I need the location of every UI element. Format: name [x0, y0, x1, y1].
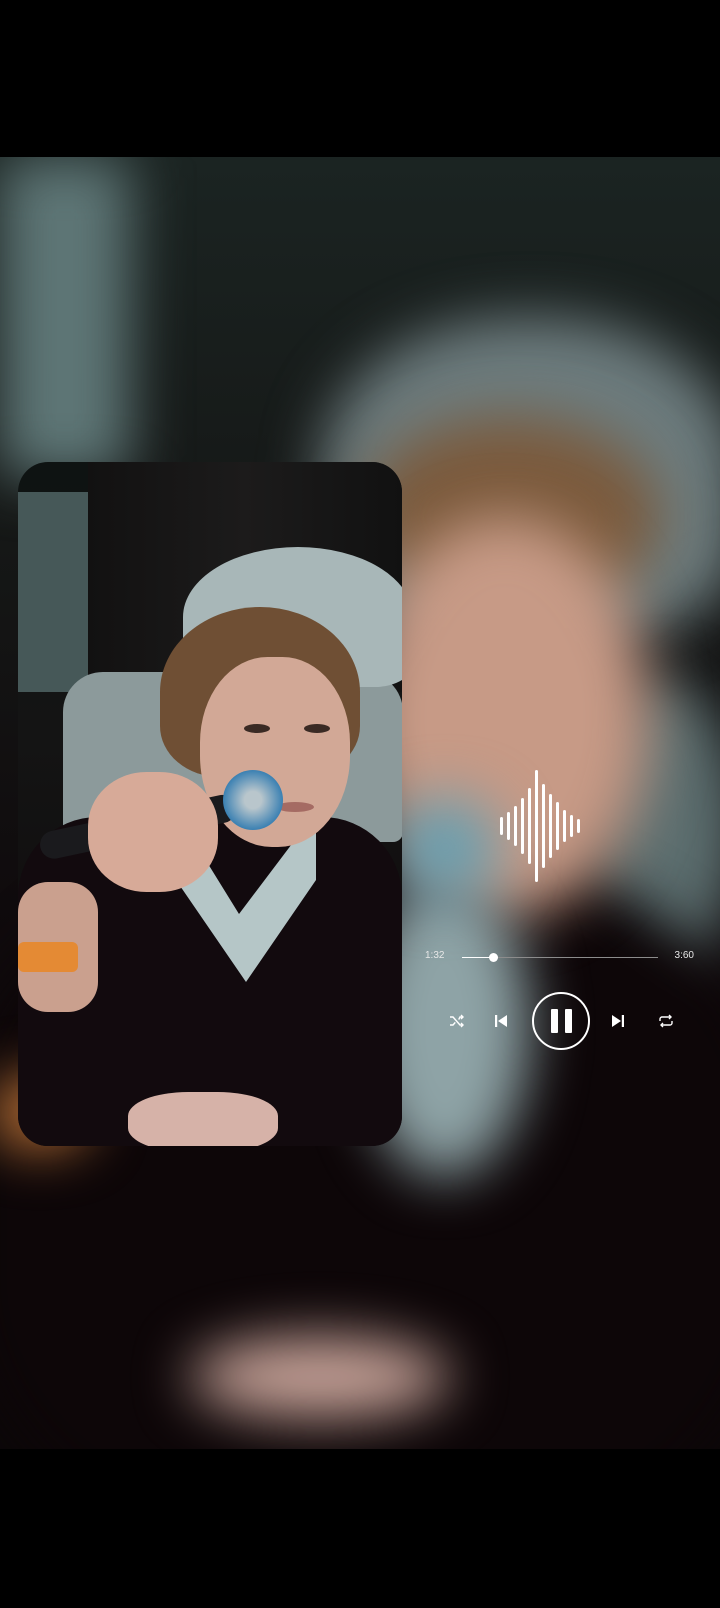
- next-button[interactable]: [607, 990, 629, 1052]
- playback-controls: [418, 990, 708, 1052]
- photo-hand: [88, 772, 218, 892]
- progress-bar[interactable]: [462, 953, 658, 962]
- total-time: 3:60: [674, 950, 694, 961]
- background-microphone: [390, 797, 500, 897]
- next-icon: [611, 1014, 625, 1028]
- background-shelf: [0, 157, 130, 477]
- background-hand: [190, 1337, 450, 1417]
- progress-thumb[interactable]: [489, 953, 499, 962]
- waveform-icon: [498, 770, 582, 882]
- music-player: 1:32 3:60: [418, 950, 708, 1050]
- previous-icon: [494, 1014, 508, 1028]
- photo-eye-left: [244, 724, 270, 733]
- photo-shelf: [18, 492, 88, 692]
- photo-hand-lower: [128, 1092, 278, 1146]
- photo-eye-right: [304, 724, 330, 733]
- elapsed-time: 1:32: [425, 950, 445, 961]
- repeat-button[interactable]: [654, 990, 678, 1052]
- shuffle-button[interactable]: [444, 990, 470, 1052]
- shuffle-icon: [449, 1014, 465, 1028]
- pause-button[interactable]: [530, 990, 592, 1052]
- previous-button[interactable]: [490, 990, 512, 1052]
- photo-microphone-head: [223, 770, 283, 830]
- album-photo-card: [18, 462, 402, 1146]
- pause-icon: [532, 992, 590, 1050]
- photo-wristband: [18, 942, 78, 972]
- repeat-icon: [658, 1014, 674, 1028]
